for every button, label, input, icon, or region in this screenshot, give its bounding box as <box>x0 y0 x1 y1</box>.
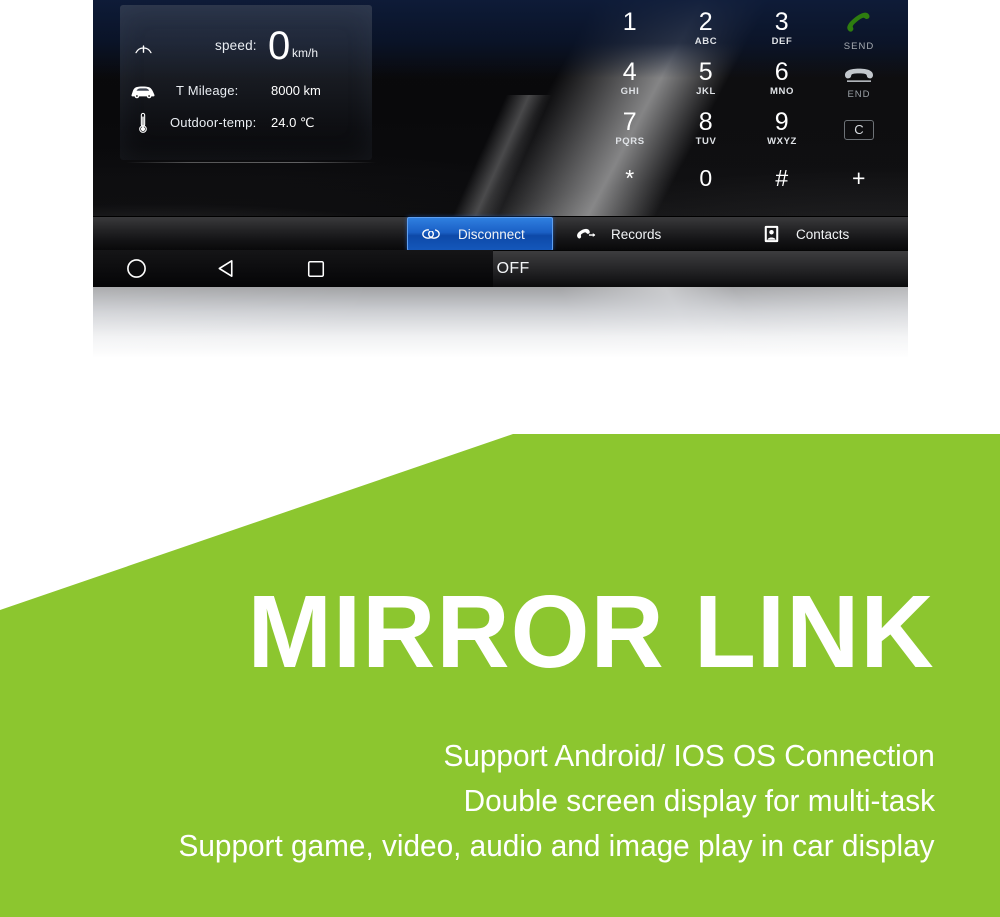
speedometer-icon <box>128 29 158 63</box>
outdoor-temp-value: 24.0 ℃ <box>271 115 315 130</box>
speed-label: speed: <box>215 38 257 53</box>
tab-contacts[interactable]: Contacts <box>758 217 849 251</box>
dial-key-digit: + <box>852 165 866 191</box>
tab-disconnect[interactable]: Disconnect <box>407 217 553 251</box>
phone-handset-green-icon <box>811 10 907 41</box>
tab-disconnect-label: Disconnect <box>458 226 525 242</box>
tab-records-label: Records <box>611 226 662 242</box>
speed-unit: km/h <box>292 46 319 60</box>
call-log-icon <box>573 217 599 251</box>
vehicle-info-panel: speed: 0 km/h T Mileage: 8000 km Outdoor… <box>120 5 376 163</box>
thermometer-icon <box>128 106 158 140</box>
banner-feature-line-3: Support game, video, audio and image pla… <box>178 828 935 863</box>
call-send-button[interactable]: SEND <box>811 8 907 56</box>
mileage-label: T Mileage: <box>176 83 239 98</box>
device-reflection: Disconnect Records <box>93 287 908 358</box>
clear-label: C <box>844 120 874 140</box>
clear-button[interactable]: C <box>811 112 907 160</box>
send-label: SEND <box>843 41 875 52</box>
car-icon <box>128 74 158 108</box>
bluetooth-linked-icon <box>418 217 444 251</box>
outdoor-temp-label: Outdoor-temp: <box>170 115 257 130</box>
product-device-image: speed: 0 km/h T Mileage: 8000 km Outdoor… <box>93 0 908 358</box>
tab-records[interactable]: Records <box>573 217 661 251</box>
circle-icon[interactable] <box>114 250 158 287</box>
marketing-banner: MIRROR LINK Support Android/ IOS OS Conn… <box>0 380 1000 917</box>
banner-feature-line-1: Support Android/ IOS OS Connection <box>443 738 935 773</box>
head-unit-screen: speed: 0 km/h T Mileage: 8000 km Outdoor… <box>93 0 908 287</box>
info-row-outdoor-temp: Outdoor-temp: 24.0 ℃ <box>120 106 372 140</box>
phone-handset-gray-icon <box>811 62 907 89</box>
triangle-left-icon[interactable] <box>204 250 248 287</box>
phone-tab-bar: Disconnect Records Contacts <box>93 216 908 251</box>
mileage-value: 8000 km <box>271 83 321 98</box>
end-label: END <box>847 89 871 100</box>
reflection-side-fade-overlay <box>93 287 908 358</box>
call-end-button[interactable]: END <box>811 60 907 108</box>
android-navigation-bar <box>93 250 493 287</box>
info-row-mileage: T Mileage: 8000 km <box>120 74 372 108</box>
dialpad: 1 2 ABC 3 DEF 4 GHI 5 JKL 6 MNO 7 PQRS 8… <box>493 0 908 212</box>
speed-value: 0 <box>268 24 291 68</box>
tab-contacts-label: Contacts <box>796 226 850 242</box>
banner-text-block: MIRROR LINK Support Android/ IOS OS Conn… <box>0 380 1000 917</box>
banner-feature-line-2: Double screen display for multi-task <box>463 783 935 818</box>
info-row-speed: speed: 0 km/h <box>120 24 372 68</box>
square-icon[interactable] <box>294 250 338 287</box>
banner-title: MIRROR LINK <box>247 574 935 689</box>
contact-card-icon <box>758 217 784 251</box>
dial-key-plus[interactable]: + <box>811 158 907 206</box>
